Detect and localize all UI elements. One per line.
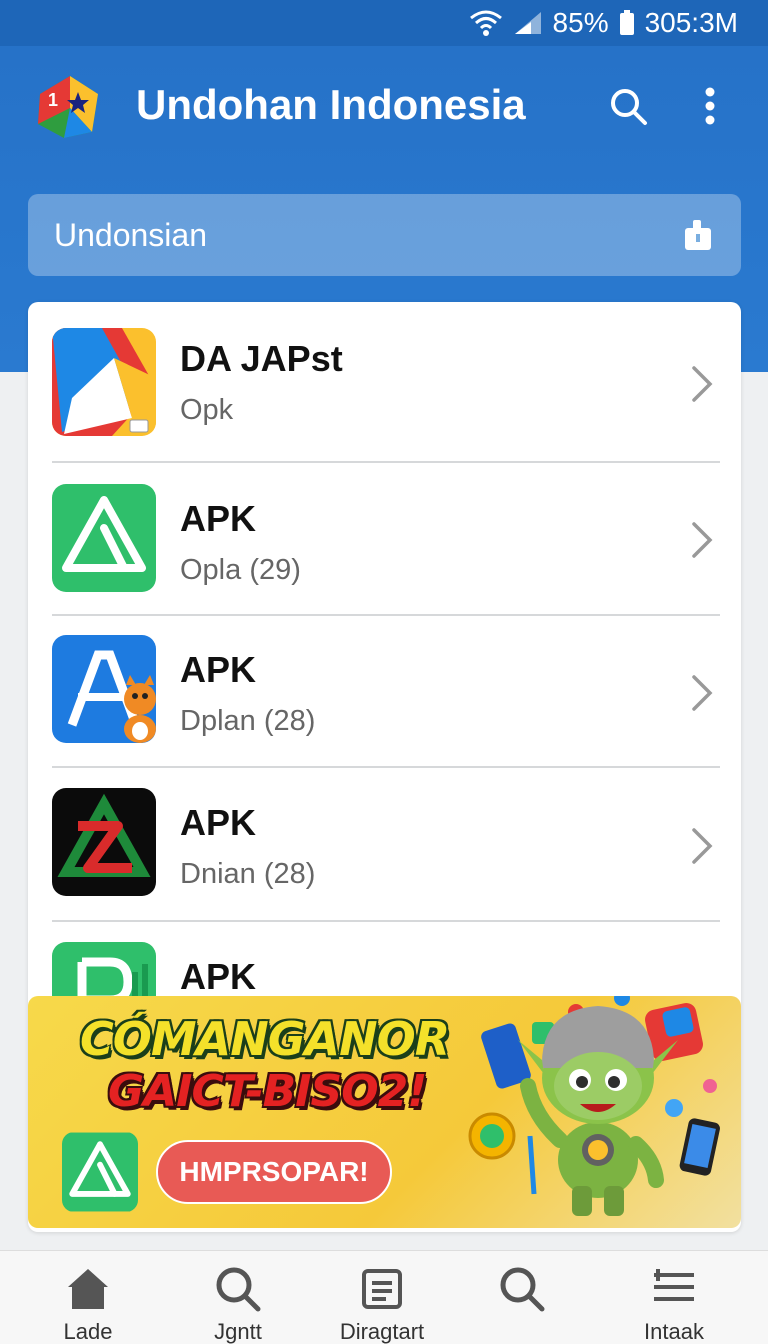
nav-label: Lade bbox=[63, 1319, 113, 1344]
wifi-icon bbox=[469, 9, 503, 37]
more-options-button[interactable] bbox=[690, 82, 730, 130]
nav-item-list[interactable]: Intaak bbox=[604, 1251, 744, 1344]
bottom-nav: Lade Jgntt Diragtart Intaak bbox=[0, 1250, 768, 1344]
green-triangle-app-icon bbox=[62, 1132, 138, 1212]
list-item[interactable]: APK Opla (29) bbox=[28, 462, 741, 614]
nav-item-home[interactable]: Lade bbox=[18, 1251, 158, 1344]
promo-headline: CÓMANGANOR bbox=[80, 1012, 450, 1066]
nav-label: Intaak bbox=[644, 1319, 704, 1344]
status-bar: 85% 305:3M bbox=[0, 0, 768, 46]
nav-label: Jgntt bbox=[214, 1319, 262, 1344]
document-icon bbox=[362, 1269, 402, 1309]
nav-item-documents[interactable]: Diragtart bbox=[312, 1251, 452, 1344]
item-subtitle: Dnian (28) bbox=[180, 858, 316, 890]
search-icon bbox=[500, 1267, 545, 1312]
item-subtitle: Opla (29) bbox=[180, 554, 301, 586]
item-title: DA JAPst bbox=[180, 338, 343, 379]
item-title: APK bbox=[180, 649, 257, 690]
blue-a-fox-app-icon bbox=[52, 635, 156, 743]
status-time: 305:3M bbox=[644, 7, 738, 38]
chevron-right-icon bbox=[692, 366, 713, 402]
list-item[interactable]: APK Dplan (28) bbox=[28, 615, 741, 767]
nav-label: Diragtart bbox=[339, 1319, 425, 1344]
black-red-green-app-icon bbox=[52, 788, 156, 896]
item-title: APK bbox=[180, 802, 257, 843]
list-item[interactable]: APK Dnian (28) bbox=[28, 768, 741, 920]
category-field-label: Undonsian bbox=[54, 216, 207, 253]
item-title: APK bbox=[180, 498, 257, 539]
promo-banner[interactable]: CÓMANGANOR GAICT-BISO2! HMPRSOPAR! bbox=[28, 996, 741, 1228]
green-triangle-app-icon bbox=[52, 484, 156, 592]
signal-icon bbox=[513, 10, 543, 36]
category-field[interactable]: Undonsian bbox=[28, 194, 741, 276]
more-vertical-icon bbox=[705, 87, 715, 125]
list-item[interactable]: DA JAPst Opk bbox=[28, 302, 741, 454]
home-icon bbox=[68, 1269, 108, 1309]
chevron-right-icon bbox=[692, 828, 713, 864]
robot-mascot-icon bbox=[468, 996, 720, 1216]
chevron-right-icon bbox=[692, 675, 713, 711]
nav-item-search[interactable]: Jgntt bbox=[168, 1251, 308, 1344]
chevron-right-icon bbox=[692, 522, 713, 558]
app-logo-icon: 1 bbox=[34, 72, 104, 142]
search-icon bbox=[611, 89, 647, 125]
app-title: Undohan Indonesia bbox=[136, 81, 526, 128]
nav-item-search-2[interactable] bbox=[452, 1251, 592, 1344]
promo-subline: GAICT-BISO2! bbox=[108, 1066, 427, 1117]
promo-cta-button[interactable]: HMPRSOPAR! bbox=[156, 1140, 392, 1204]
colorful-triangle-app-icon bbox=[52, 328, 156, 436]
search-icon bbox=[216, 1267, 261, 1312]
search-button[interactable] bbox=[604, 82, 652, 130]
battery-percent: 85% bbox=[552, 7, 609, 38]
list-icon bbox=[654, 1269, 694, 1301]
lock-icon bbox=[681, 218, 715, 252]
item-subtitle: Opk bbox=[180, 394, 234, 426]
svg-text:1: 1 bbox=[48, 90, 58, 110]
item-title: APK bbox=[180, 956, 257, 997]
battery-icon bbox=[619, 10, 635, 36]
item-subtitle: Dplan (28) bbox=[180, 705, 316, 737]
